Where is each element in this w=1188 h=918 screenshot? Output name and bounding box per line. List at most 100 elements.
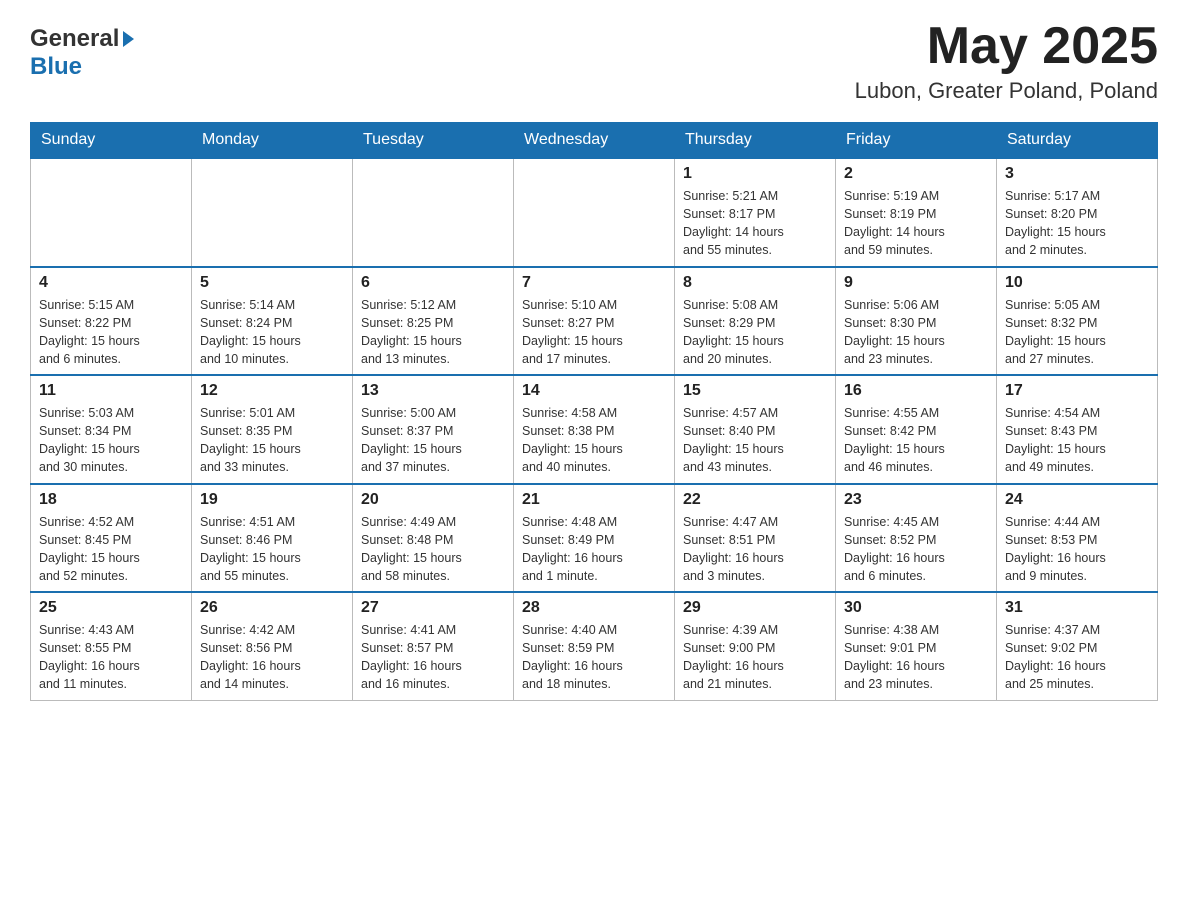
day-number: 30: [844, 599, 988, 617]
day-info: Sunrise: 5:03 AM Sunset: 8:34 PM Dayligh…: [39, 404, 183, 477]
day-info: Sunrise: 5:10 AM Sunset: 8:27 PM Dayligh…: [522, 296, 666, 369]
table-row: 6 Sunrise: 5:12 AM Sunset: 8:25 PM Daylig…: [353, 267, 514, 376]
table-row: 20 Sunrise: 4:49 AM Sunset: 8:48 PM Dayli…: [353, 484, 514, 593]
table-row: 2 Sunrise: 5:19 AM Sunset: 8:19 PM Daylig…: [836, 158, 997, 267]
table-row: 15 Sunrise: 4:57 AM Sunset: 8:40 PM Dayli…: [675, 375, 836, 484]
day-number: 17: [1005, 382, 1149, 400]
day-info: Sunrise: 4:42 AM Sunset: 8:56 PM Dayligh…: [200, 621, 344, 694]
day-number: 8: [683, 274, 827, 292]
col-sunday: Sunday: [31, 123, 192, 159]
table-row: 14 Sunrise: 4:58 AM Sunset: 8:38 PM Dayli…: [514, 375, 675, 484]
day-number: 23: [844, 491, 988, 509]
table-row: 22 Sunrise: 4:47 AM Sunset: 8:51 PM Dayli…: [675, 484, 836, 593]
day-number: 29: [683, 599, 827, 617]
day-number: 2: [844, 165, 988, 183]
table-row: 10Sunrise: 5:05 AM Sunset: 8:32 PM Dayli…: [997, 267, 1158, 376]
header: General Blue May 2025 Lubon, Greater Pol…: [30, 20, 1158, 104]
table-row: 28 Sunrise: 4:40 AM Sunset: 8:59 PM Dayli…: [514, 592, 675, 700]
day-number: 10: [1005, 274, 1149, 292]
month-year-title: May 2025: [855, 20, 1158, 72]
week-row-4: 18 Sunrise: 4:52 AM Sunset: 8:45 PM Dayli…: [31, 484, 1158, 593]
table-row: 25Sunrise: 4:43 AM Sunset: 8:55 PM Dayli…: [31, 592, 192, 700]
day-info: Sunrise: 5:00 AM Sunset: 8:37 PM Dayligh…: [361, 404, 505, 477]
table-row: 1 Sunrise: 5:21 AM Sunset: 8:17 PM Daylig…: [675, 158, 836, 267]
day-info: Sunrise: 4:52 AM Sunset: 8:45 PM Dayligh…: [39, 513, 183, 586]
day-info: Sunrise: 5:21 AM Sunset: 8:17 PM Dayligh…: [683, 187, 827, 260]
day-info: Sunrise: 5:15 AM Sunset: 8:22 PM Dayligh…: [39, 296, 183, 369]
table-row: 3Sunrise: 5:17 AM Sunset: 8:20 PM Daylig…: [997, 158, 1158, 267]
table-row: 23 Sunrise: 4:45 AM Sunset: 8:52 PM Dayli…: [836, 484, 997, 593]
table-row: 4 Sunrise: 5:15 AM Sunset: 8:22 PM Daylig…: [31, 267, 192, 376]
day-number: 7: [522, 274, 666, 292]
day-number: 13: [361, 382, 505, 400]
table-row: 27 Sunrise: 4:41 AM Sunset: 8:57 PM Dayli…: [353, 592, 514, 700]
day-info: Sunrise: 4:47 AM Sunset: 8:51 PM Dayligh…: [683, 513, 827, 586]
logo-general-text: General: [30, 25, 119, 53]
day-number: 15: [683, 382, 827, 400]
day-info: Sunrise: 5:19 AM Sunset: 8:19 PM Dayligh…: [844, 187, 988, 260]
logo-blue-text: Blue: [30, 53, 82, 81]
day-number: 28: [522, 599, 666, 617]
week-row-3: 11 Sunrise: 5:03 AM Sunset: 8:34 PM Dayli…: [31, 375, 1158, 484]
day-info: Sunrise: 4:40 AM Sunset: 8:59 PM Dayligh…: [522, 621, 666, 694]
header-row: Sunday Monday Tuesday Wednesday Thursday…: [31, 123, 1158, 159]
day-info: Sunrise: 4:57 AM Sunset: 8:40 PM Dayligh…: [683, 404, 827, 477]
table-row: 11 Sunrise: 5:03 AM Sunset: 8:34 PM Dayli…: [31, 375, 192, 484]
location-subtitle: Lubon, Greater Poland, Poland: [855, 78, 1158, 104]
day-number: 25: [39, 599, 183, 617]
day-info: Sunrise: 5:14 AM Sunset: 8:24 PM Dayligh…: [200, 296, 344, 369]
table-row: 17 Sunrise: 4:54 AM Sunset: 8:43 PM Dayli…: [997, 375, 1158, 484]
day-number: 27: [361, 599, 505, 617]
day-info: Sunrise: 4:54 AM Sunset: 8:43 PM Dayligh…: [1005, 404, 1149, 477]
day-info: Sunrise: 4:38 AM Sunset: 9:01 PM Dayligh…: [844, 621, 988, 694]
day-number: 19: [200, 491, 344, 509]
day-number: 20: [361, 491, 505, 509]
day-info: Sunrise: 4:45 AM Sunset: 8:52 PM Dayligh…: [844, 513, 988, 586]
table-row: 12Sunrise: 5:01 AM Sunset: 8:35 PM Dayli…: [192, 375, 353, 484]
day-info: Sunrise: 5:01 AM Sunset: 8:35 PM Dayligh…: [200, 404, 344, 477]
table-row: 19Sunrise: 4:51 AM Sunset: 8:46 PM Dayli…: [192, 484, 353, 593]
day-number: 4: [39, 274, 183, 292]
calendar-table: Sunday Monday Tuesday Wednesday Thursday…: [30, 122, 1158, 701]
day-number: 24: [1005, 491, 1149, 509]
day-number: 14: [522, 382, 666, 400]
day-number: 11: [39, 382, 183, 400]
logo: General Blue: [30, 20, 134, 81]
day-number: 5: [200, 274, 344, 292]
week-row-2: 4 Sunrise: 5:15 AM Sunset: 8:22 PM Daylig…: [31, 267, 1158, 376]
day-info: Sunrise: 4:58 AM Sunset: 8:38 PM Dayligh…: [522, 404, 666, 477]
table-row: [31, 158, 192, 267]
day-number: 6: [361, 274, 505, 292]
table-row: [192, 158, 353, 267]
table-row: 16Sunrise: 4:55 AM Sunset: 8:42 PM Dayli…: [836, 375, 997, 484]
day-number: 1: [683, 165, 827, 183]
day-info: Sunrise: 4:44 AM Sunset: 8:53 PM Dayligh…: [1005, 513, 1149, 586]
col-monday: Monday: [192, 123, 353, 159]
week-row-5: 25Sunrise: 4:43 AM Sunset: 8:55 PM Dayli…: [31, 592, 1158, 700]
table-row: [514, 158, 675, 267]
day-info: Sunrise: 4:55 AM Sunset: 8:42 PM Dayligh…: [844, 404, 988, 477]
table-row: 18 Sunrise: 4:52 AM Sunset: 8:45 PM Dayli…: [31, 484, 192, 593]
table-row: 24 Sunrise: 4:44 AM Sunset: 8:53 PM Dayli…: [997, 484, 1158, 593]
day-info: Sunrise: 5:12 AM Sunset: 8:25 PM Dayligh…: [361, 296, 505, 369]
day-info: Sunrise: 5:08 AM Sunset: 8:29 PM Dayligh…: [683, 296, 827, 369]
day-number: 31: [1005, 599, 1149, 617]
day-info: Sunrise: 4:48 AM Sunset: 8:49 PM Dayligh…: [522, 513, 666, 586]
day-number: 22: [683, 491, 827, 509]
table-row: 21 Sunrise: 4:48 AM Sunset: 8:49 PM Dayli…: [514, 484, 675, 593]
day-info: Sunrise: 4:37 AM Sunset: 9:02 PM Dayligh…: [1005, 621, 1149, 694]
col-tuesday: Tuesday: [353, 123, 514, 159]
day-number: 21: [522, 491, 666, 509]
col-wednesday: Wednesday: [514, 123, 675, 159]
day-info: Sunrise: 5:06 AM Sunset: 8:30 PM Dayligh…: [844, 296, 988, 369]
logo-arrow-icon: [123, 31, 134, 47]
table-row: 7 Sunrise: 5:10 AM Sunset: 8:27 PM Daylig…: [514, 267, 675, 376]
day-info: Sunrise: 4:39 AM Sunset: 9:00 PM Dayligh…: [683, 621, 827, 694]
day-number: 3: [1005, 165, 1149, 183]
day-number: 18: [39, 491, 183, 509]
day-info: Sunrise: 4:49 AM Sunset: 8:48 PM Dayligh…: [361, 513, 505, 586]
day-info: Sunrise: 4:41 AM Sunset: 8:57 PM Dayligh…: [361, 621, 505, 694]
table-row: 26Sunrise: 4:42 AM Sunset: 8:56 PM Dayli…: [192, 592, 353, 700]
week-row-1: 1 Sunrise: 5:21 AM Sunset: 8:17 PM Daylig…: [31, 158, 1158, 267]
table-row: 9Sunrise: 5:06 AM Sunset: 8:30 PM Daylig…: [836, 267, 997, 376]
